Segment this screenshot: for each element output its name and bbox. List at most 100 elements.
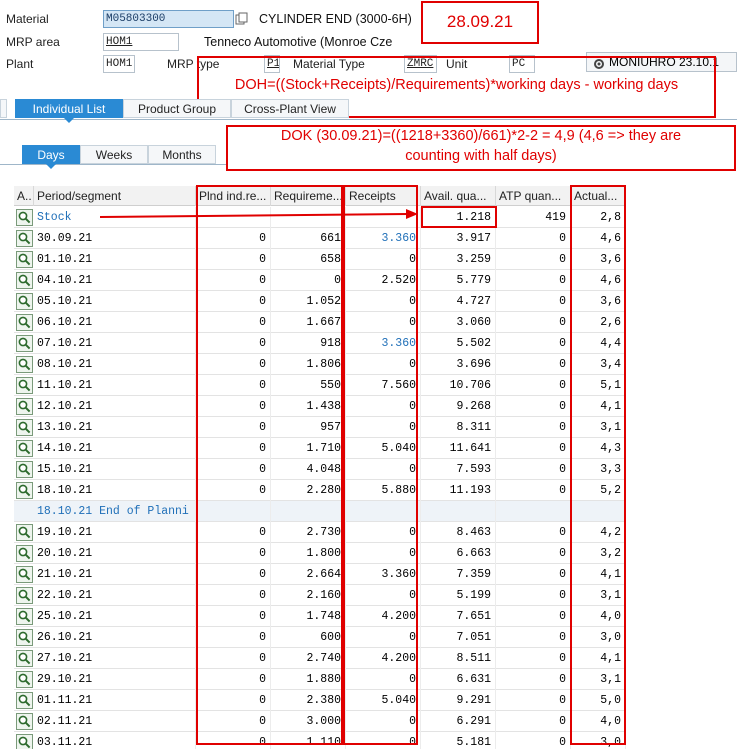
cell-period[interactable]: 13.10.21 — [34, 417, 196, 438]
cell-period[interactable]: 19.10.21 — [34, 522, 196, 543]
cell-period[interactable]: 30.09.21 — [34, 228, 196, 249]
copy-icon[interactable] — [235, 12, 249, 26]
magnifier-detail-icon[interactable] — [16, 482, 33, 499]
cell-period[interactable]: 15.10.21 — [34, 459, 196, 480]
cell-period[interactable]: 26.10.21 — [34, 627, 196, 648]
cell-atp-qty: 0 — [496, 669, 571, 690]
cell-avail-qty: 6.663 — [421, 543, 496, 564]
cell-avail-qty: 11.641 — [421, 438, 496, 459]
cell-period[interactable]: 06.10.21 — [34, 312, 196, 333]
magnifier-detail-icon[interactable] — [16, 734, 33, 749]
magnifier-detail-icon[interactable] — [16, 251, 33, 268]
magnifier-detail-icon[interactable] — [16, 608, 33, 625]
tab-product-group[interactable]: Product Group — [123, 99, 231, 118]
magnifier-detail-icon[interactable] — [16, 650, 33, 667]
tab-days[interactable]: Days — [22, 145, 80, 164]
magnifier-detail-icon[interactable] — [16, 230, 33, 247]
days-tab-pointer — [46, 164, 56, 169]
cell-atp-qty: 0 — [496, 732, 571, 749]
magnifier-detail-icon[interactable] — [16, 377, 33, 394]
cell-atp-qty: 0 — [496, 543, 571, 564]
cell-period[interactable]: 01.10.21 — [34, 249, 196, 270]
cell-period[interactable]: 04.10.21 — [34, 270, 196, 291]
tab-weeks[interactable]: Weeks — [80, 145, 148, 164]
magnifier-detail-icon[interactable] — [16, 272, 33, 289]
magnifier-detail-icon[interactable] — [16, 692, 33, 709]
cell-period[interactable]: 29.10.21 — [34, 669, 196, 690]
cell-avail-qty: 3.259 — [421, 249, 496, 270]
tab-months[interactable]: Months — [148, 145, 216, 164]
magnifier-detail-icon[interactable] — [16, 545, 33, 562]
cell-avail-qty: 7.651 — [421, 606, 496, 627]
magnifier-detail-icon[interactable] — [16, 524, 33, 541]
plant-input[interactable]: HOM1 — [103, 55, 135, 73]
cell-avail-qty: 6.291 — [421, 711, 496, 732]
magnifier-detail-icon[interactable] — [16, 461, 33, 478]
cell-atp-qty: 0 — [496, 627, 571, 648]
cell-period[interactable]: Stock — [34, 207, 196, 228]
stock-avail-highlight — [421, 206, 497, 228]
cell-period[interactable]: 21.10.21 — [34, 564, 196, 585]
magnifier-detail-icon[interactable] — [16, 713, 33, 730]
magnifier-detail-icon[interactable] — [16, 587, 33, 604]
cell-period[interactable]: 05.10.21 — [34, 291, 196, 312]
cell-avail-qty: 7.359 — [421, 564, 496, 585]
cell-period[interactable]: 18.10.21 End of Planni — [34, 501, 196, 522]
cell-period[interactable]: 20.10.21 — [34, 543, 196, 564]
cell-period[interactable]: 22.10.21 — [34, 585, 196, 606]
actual-column-highlight — [570, 185, 626, 745]
tab-cross-plant-view[interactable]: Cross-Plant View — [231, 99, 349, 118]
magnifier-detail-icon[interactable] — [16, 566, 33, 583]
cell-period[interactable]: 12.10.21 — [34, 396, 196, 417]
mrp-area-input[interactable]: HOM1 — [103, 33, 179, 51]
magnifier-detail-icon[interactable] — [16, 398, 33, 415]
cell-atp-qty: 0 — [496, 417, 571, 438]
cell-avail-qty: 5.502 — [421, 333, 496, 354]
cell-period[interactable]: 07.10.21 — [34, 333, 196, 354]
cell-atp-qty: 0 — [496, 396, 571, 417]
cell-avail-qty: 3.060 — [421, 312, 496, 333]
magnifier-detail-icon[interactable] — [16, 671, 33, 688]
cell-period[interactable]: 01.11.21 — [34, 690, 196, 711]
column-header-avail-qty[interactable]: Avail. qua... — [421, 186, 496, 206]
cell-period[interactable]: 25.10.21 — [34, 606, 196, 627]
plnd-column-highlight — [196, 185, 343, 745]
cell-avail-qty: 10.706 — [421, 375, 496, 396]
cell-atp-qty: 0 — [496, 564, 571, 585]
cell-period[interactable]: 14.10.21 — [34, 438, 196, 459]
magnifier-detail-icon[interactable] — [16, 209, 33, 226]
magnifier-detail-icon[interactable] — [16, 293, 33, 310]
tab-individual-list[interactable]: Individual List — [15, 99, 123, 118]
cell-avail-qty: 7.593 — [421, 459, 496, 480]
cell-atp-qty: 0 — [496, 690, 571, 711]
cell-avail-qty: 9.291 — [421, 690, 496, 711]
column-header-icon[interactable]: A.. — [14, 186, 34, 206]
magnifier-detail-icon[interactable] — [16, 419, 33, 436]
active-tab-pointer — [64, 118, 74, 123]
dok-line-1: DOK (30.09.21)=((1218+3360)/661)*2-2 = 4… — [280, 128, 682, 144]
cell-atp-qty: 0 — [496, 522, 571, 543]
magnifier-detail-icon[interactable] — [16, 335, 33, 352]
cell-avail-qty: 6.631 — [421, 669, 496, 690]
magnifier-detail-icon[interactable] — [16, 314, 33, 331]
cell-period[interactable]: 08.10.21 — [34, 354, 196, 375]
magnifier-detail-icon[interactable] — [16, 629, 33, 646]
column-header-atp-qty[interactable]: ATP quan... — [496, 186, 571, 206]
material-input[interactable]: M05803300 — [103, 10, 234, 28]
tab-scroll-left[interactable] — [0, 99, 7, 118]
column-header-period[interactable]: Period/segment — [34, 186, 196, 206]
cell-atp-qty: 0 — [496, 291, 571, 312]
cell-period[interactable]: 02.11.21 — [34, 711, 196, 732]
cell-period[interactable]: 11.10.21 — [34, 375, 196, 396]
material-label: Material — [6, 12, 49, 26]
magnifier-detail-icon[interactable] — [16, 440, 33, 457]
material-description: CYLINDER END (3000-6H) — [259, 12, 412, 26]
cell-period[interactable]: 03.11.21 — [34, 732, 196, 749]
cell-period[interactable]: 18.10.21 — [34, 480, 196, 501]
magnifier-detail-icon[interactable] — [16, 356, 33, 373]
cell-atp-qty: 0 — [496, 585, 571, 606]
cell-avail-qty: 7.051 — [421, 627, 496, 648]
cell-avail-qty: 8.511 — [421, 648, 496, 669]
cell-atp-qty: 0 — [496, 606, 571, 627]
cell-period[interactable]: 27.10.21 — [34, 648, 196, 669]
